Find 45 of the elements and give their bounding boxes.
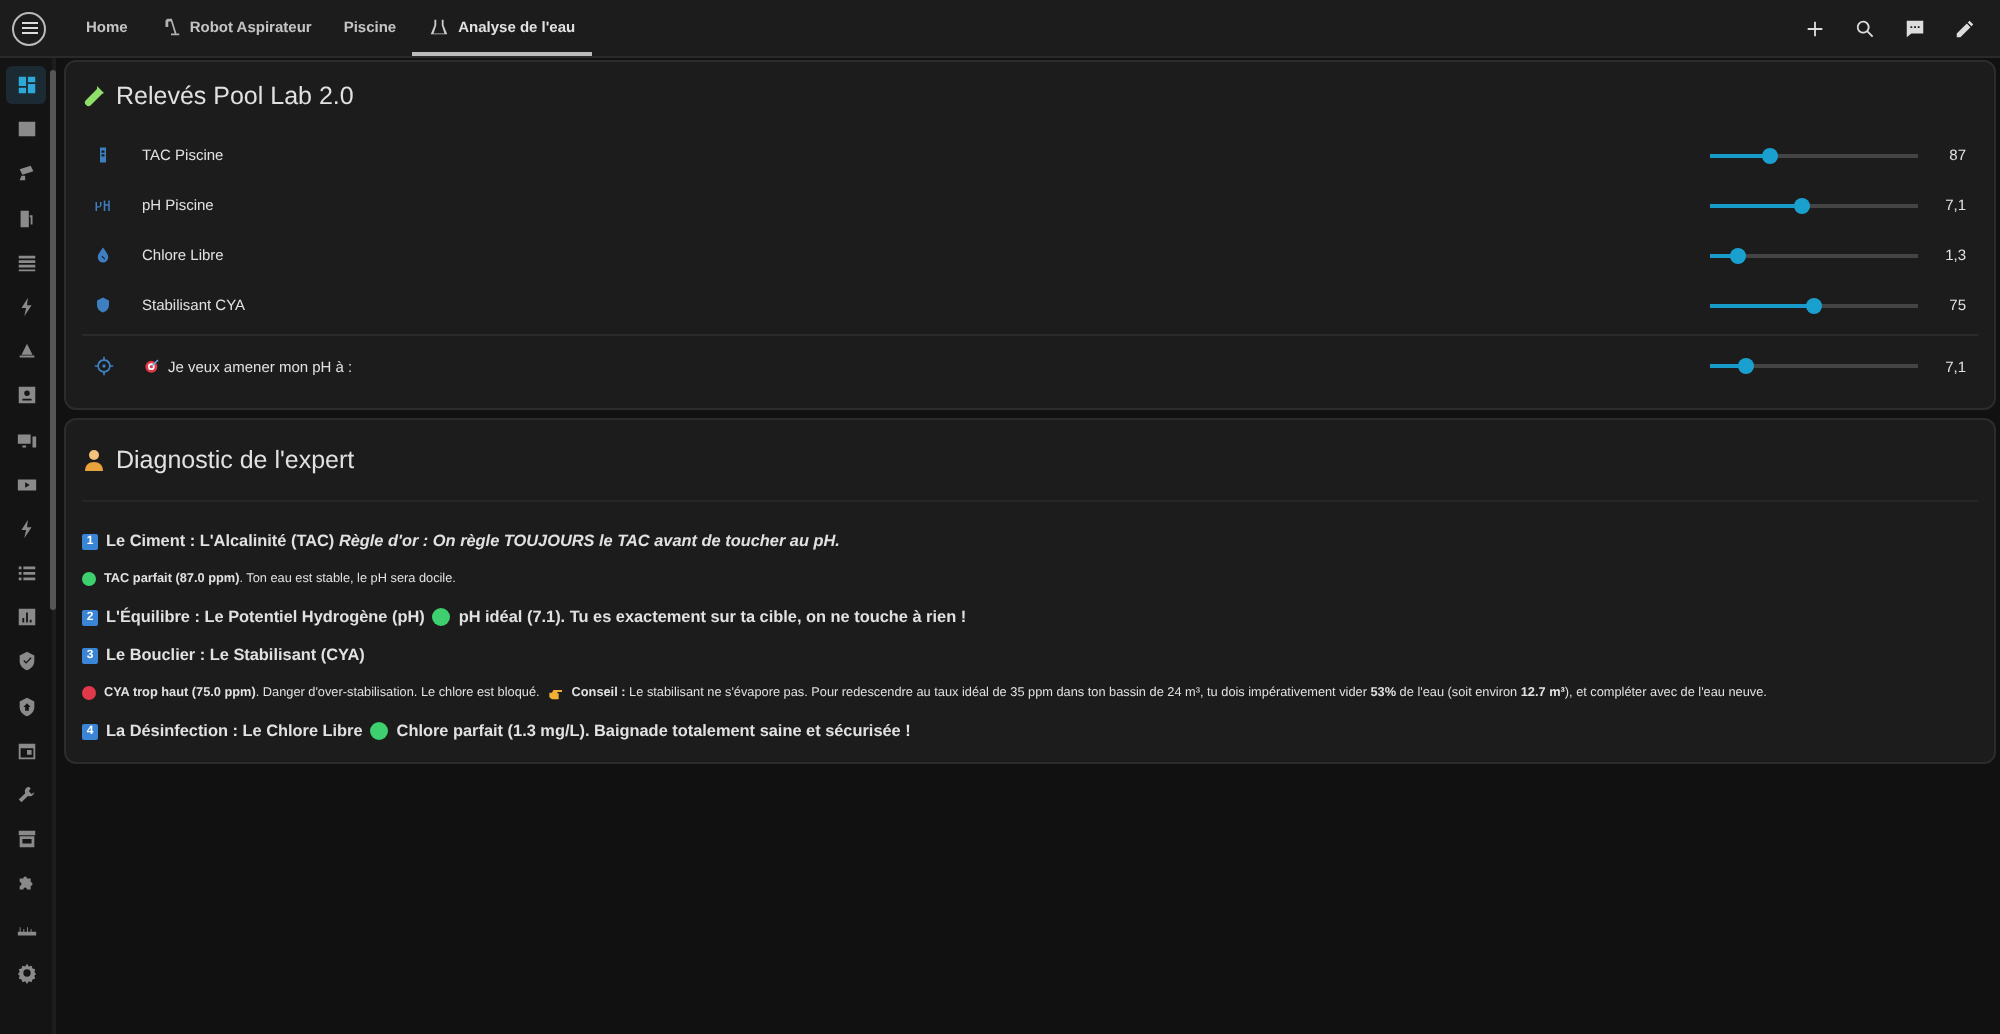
shield-icon (94, 296, 112, 314)
puzzle-icon (15, 872, 37, 895)
menu-icon (17, 16, 41, 40)
card-title: Relevés Pool Lab 2.0 (116, 82, 354, 110)
card-title: Diagnostic de l'expert (116, 446, 355, 474)
menu-button[interactable] (12, 11, 46, 45)
search-icon[interactable] (1854, 17, 1876, 39)
list-icon (15, 562, 37, 585)
monitor-icon (15, 429, 37, 451)
wrench-icon (15, 784, 37, 806)
flask-icon (428, 15, 451, 37)
shield-icon (15, 695, 37, 718)
camera-icon (15, 162, 37, 185)
pointing-hand-icon (547, 685, 564, 701)
account-box-icon (15, 384, 37, 407)
slider[interactable] (1710, 197, 1918, 213)
settings-icon (15, 961, 37, 984)
list-icon (15, 251, 37, 274)
person-icon (82, 448, 106, 472)
add-icon[interactable] (1804, 17, 1826, 39)
slider[interactable] (1710, 247, 1918, 263)
section-heading: La Désinfection : Le Chlore Libre (106, 722, 363, 740)
section-heading: Le Bouclier : Le Stabilisant (CYA) (106, 646, 365, 664)
slider[interactable] (1710, 147, 1918, 163)
status-text: pH idéal (7.1). Tu es exactement sur ta cible, on ne touche à rien ! (458, 608, 967, 626)
section-heading: L'Équilibre : Le Potentiel Hydrogène (pH) (106, 608, 425, 626)
slider[interactable] (1710, 358, 1918, 374)
calendar-icon (15, 739, 37, 762)
ph-icon (94, 196, 112, 214)
dashboard-icon (15, 74, 37, 96)
sidebar-item[interactable] (6, 66, 46, 104)
chat-icon[interactable] (1904, 17, 1926, 39)
test-tube-icon (82, 84, 106, 108)
pencil-icon[interactable] (1954, 17, 1976, 39)
store-icon (15, 828, 37, 851)
slider[interactable] (1710, 297, 1918, 313)
section-heading: Le Ciment : L'Alcalinité (TAC) Règle d'or : On règle TOUJOURS le TAC avant de toucher au pH. (106, 532, 840, 550)
test-tube-icon (94, 146, 112, 164)
chart-icon (15, 606, 37, 629)
status-text: Chlore parfait (1.3 mg/L). Baignade totalement saine et sécurisée ! (396, 722, 911, 740)
crosshair-icon (94, 356, 114, 376)
scrollbar[interactable] (50, 70, 56, 610)
shield-check-icon (15, 650, 37, 673)
drop-icon (94, 246, 112, 264)
target-icon (144, 358, 160, 374)
